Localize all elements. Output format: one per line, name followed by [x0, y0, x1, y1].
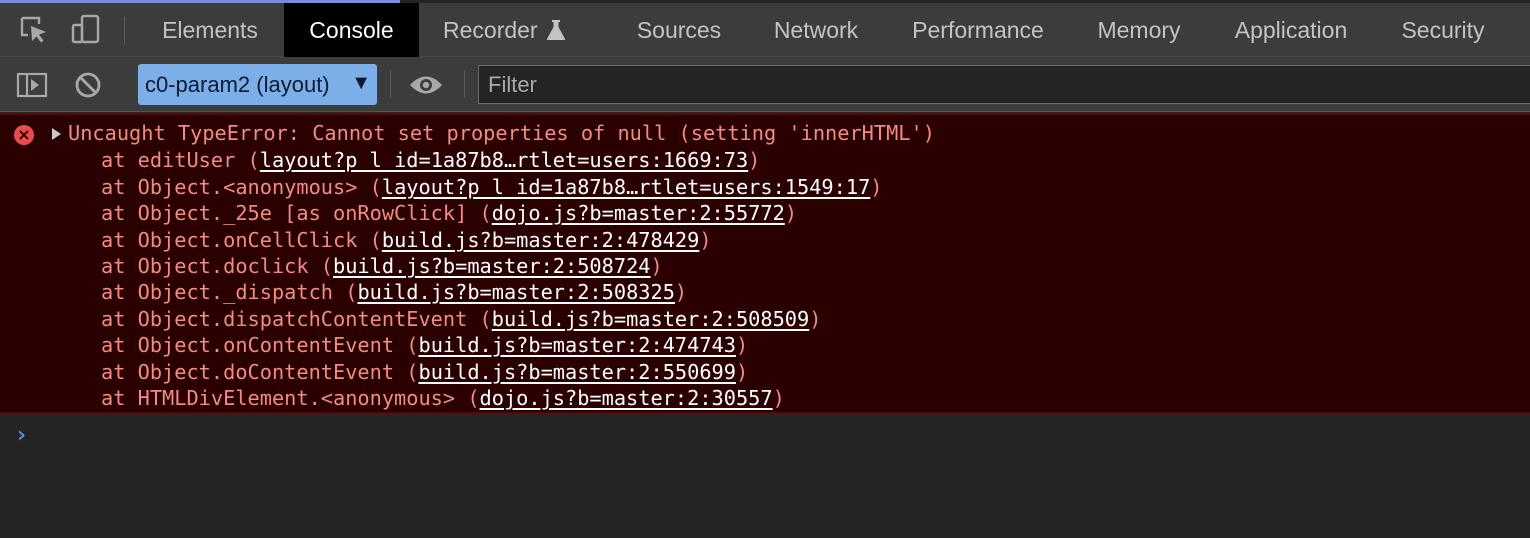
- devtools-tabbar: Elements Console Recorder Sources Networ…: [0, 3, 1530, 57]
- toolbar-separator: [390, 70, 391, 98]
- stack-frame-link[interactable]: build.js?b=master:2:550699: [418, 360, 735, 384]
- tab-memory[interactable]: Memory: [1080, 3, 1198, 57]
- console-output: × Uncaught TypeError: Cannot set propert…: [0, 112, 1530, 538]
- toolbar-separator: [464, 70, 465, 98]
- stack-frame-link[interactable]: build.js?b=master:2:508724: [333, 254, 650, 278]
- stack-frame-function: at Object.doclick: [101, 254, 321, 278]
- error-icon: ×: [14, 125, 34, 145]
- tab-console[interactable]: Console: [284, 3, 419, 57]
- live-expression-icon[interactable]: [402, 57, 450, 112]
- stack-frame: at HTMLDivElement.<anonymous> (dojo.js?b…: [101, 386, 785, 410]
- tab-recorder[interactable]: Recorder: [428, 3, 588, 57]
- tab-network[interactable]: Network: [756, 3, 876, 57]
- stack-frame: at Object.doContentEvent (build.js?b=mas…: [101, 360, 749, 384]
- stack-frame: at Object.doclick (build.js?b=master:2:5…: [101, 254, 663, 278]
- stack-frame-link[interactable]: build.js?b=master:2:474743: [418, 333, 735, 357]
- stack-frame-function: at Object.onCellClick: [101, 228, 370, 252]
- stack-frame-link[interactable]: layout?p_l_id=1a87b8…rtlet=users:1549:17: [382, 175, 870, 199]
- stack-frame-function: at Object.doContentEvent: [101, 360, 407, 384]
- stack-frame-link[interactable]: dojo.js?b=master:2:30557: [480, 386, 773, 410]
- clear-console-icon[interactable]: [64, 57, 112, 112]
- stack-frame-function: at Object.onContentEvent: [101, 333, 407, 357]
- tab-separator: [124, 17, 125, 45]
- stack-frame-function: at Object._25e [as onRowClick]: [101, 201, 480, 225]
- tab-application[interactable]: Application: [1216, 3, 1366, 57]
- stack-frame-function: at Object.<anonymous>: [101, 175, 370, 199]
- stack-frame: at Object._25e [as onRowClick] (dojo.js?…: [101, 201, 798, 225]
- device-toolbar-icon[interactable]: [62, 3, 110, 57]
- context-selector-value: c0-param2 (layout): [145, 71, 330, 97]
- tab-recorder-label: Recorder: [443, 16, 538, 43]
- expand-triangle-icon[interactable]: [52, 128, 61, 140]
- stack-frame: at Object._dispatch (build.js?b=master:2…: [101, 280, 688, 304]
- stack-frame-link[interactable]: build.js?b=master:2:478429: [382, 228, 699, 252]
- stack-frame-function: at HTMLDivElement.<anonymous>: [101, 386, 468, 410]
- stack-frame-link[interactable]: build.js?b=master:2:508509: [492, 307, 809, 331]
- stack-frame-function: at editUser: [101, 148, 248, 172]
- stack-frame: at Object.onCellClick (build.js?b=master…: [101, 228, 712, 252]
- stack-frame: at Object.<anonymous> (layout?p_l_id=1a8…: [101, 175, 883, 199]
- error-message: × Uncaught TypeError: Cannot set propert…: [0, 114, 1530, 413]
- stack-frame: at editUser (layout?p_l_id=1a87b8…rtlet=…: [101, 148, 761, 172]
- stack-frame: at Object.dispatchContentEvent (build.js…: [101, 307, 822, 331]
- console-prompt[interactable]: ›: [17, 423, 26, 448]
- context-selector[interactable]: c0-param2 (layout) ▼: [138, 64, 377, 105]
- error-text: Uncaught TypeError: Cannot set propertie…: [68, 121, 935, 145]
- show-sidebar-icon[interactable]: [8, 57, 56, 112]
- stack-frame-link[interactable]: build.js?b=master:2:508325: [357, 280, 674, 304]
- flask-icon: [546, 19, 566, 41]
- tab-security[interactable]: Security: [1384, 3, 1502, 57]
- stack-frame-function: at Object.dispatchContentEvent: [101, 307, 480, 331]
- tab-sources[interactable]: Sources: [620, 3, 738, 57]
- filter-input[interactable]: [478, 65, 1530, 104]
- stack-frame-link[interactable]: dojo.js?b=master:2:55772: [492, 201, 785, 225]
- stack-frame-link[interactable]: layout?p_l_id=1a87b8…rtlet=users:1669:73: [260, 148, 748, 172]
- tab-performance[interactable]: Performance: [894, 3, 1062, 57]
- console-toolbar: c0-param2 (layout) ▼: [0, 57, 1530, 112]
- stack-frame: at Object.onContentEvent (build.js?b=mas…: [101, 333, 749, 357]
- tab-elements[interactable]: Elements: [144, 3, 276, 57]
- inspect-element-icon[interactable]: [10, 3, 58, 57]
- dropdown-arrow-icon: ▼: [351, 72, 371, 94]
- stack-frame-function: at Object._dispatch: [101, 280, 346, 304]
